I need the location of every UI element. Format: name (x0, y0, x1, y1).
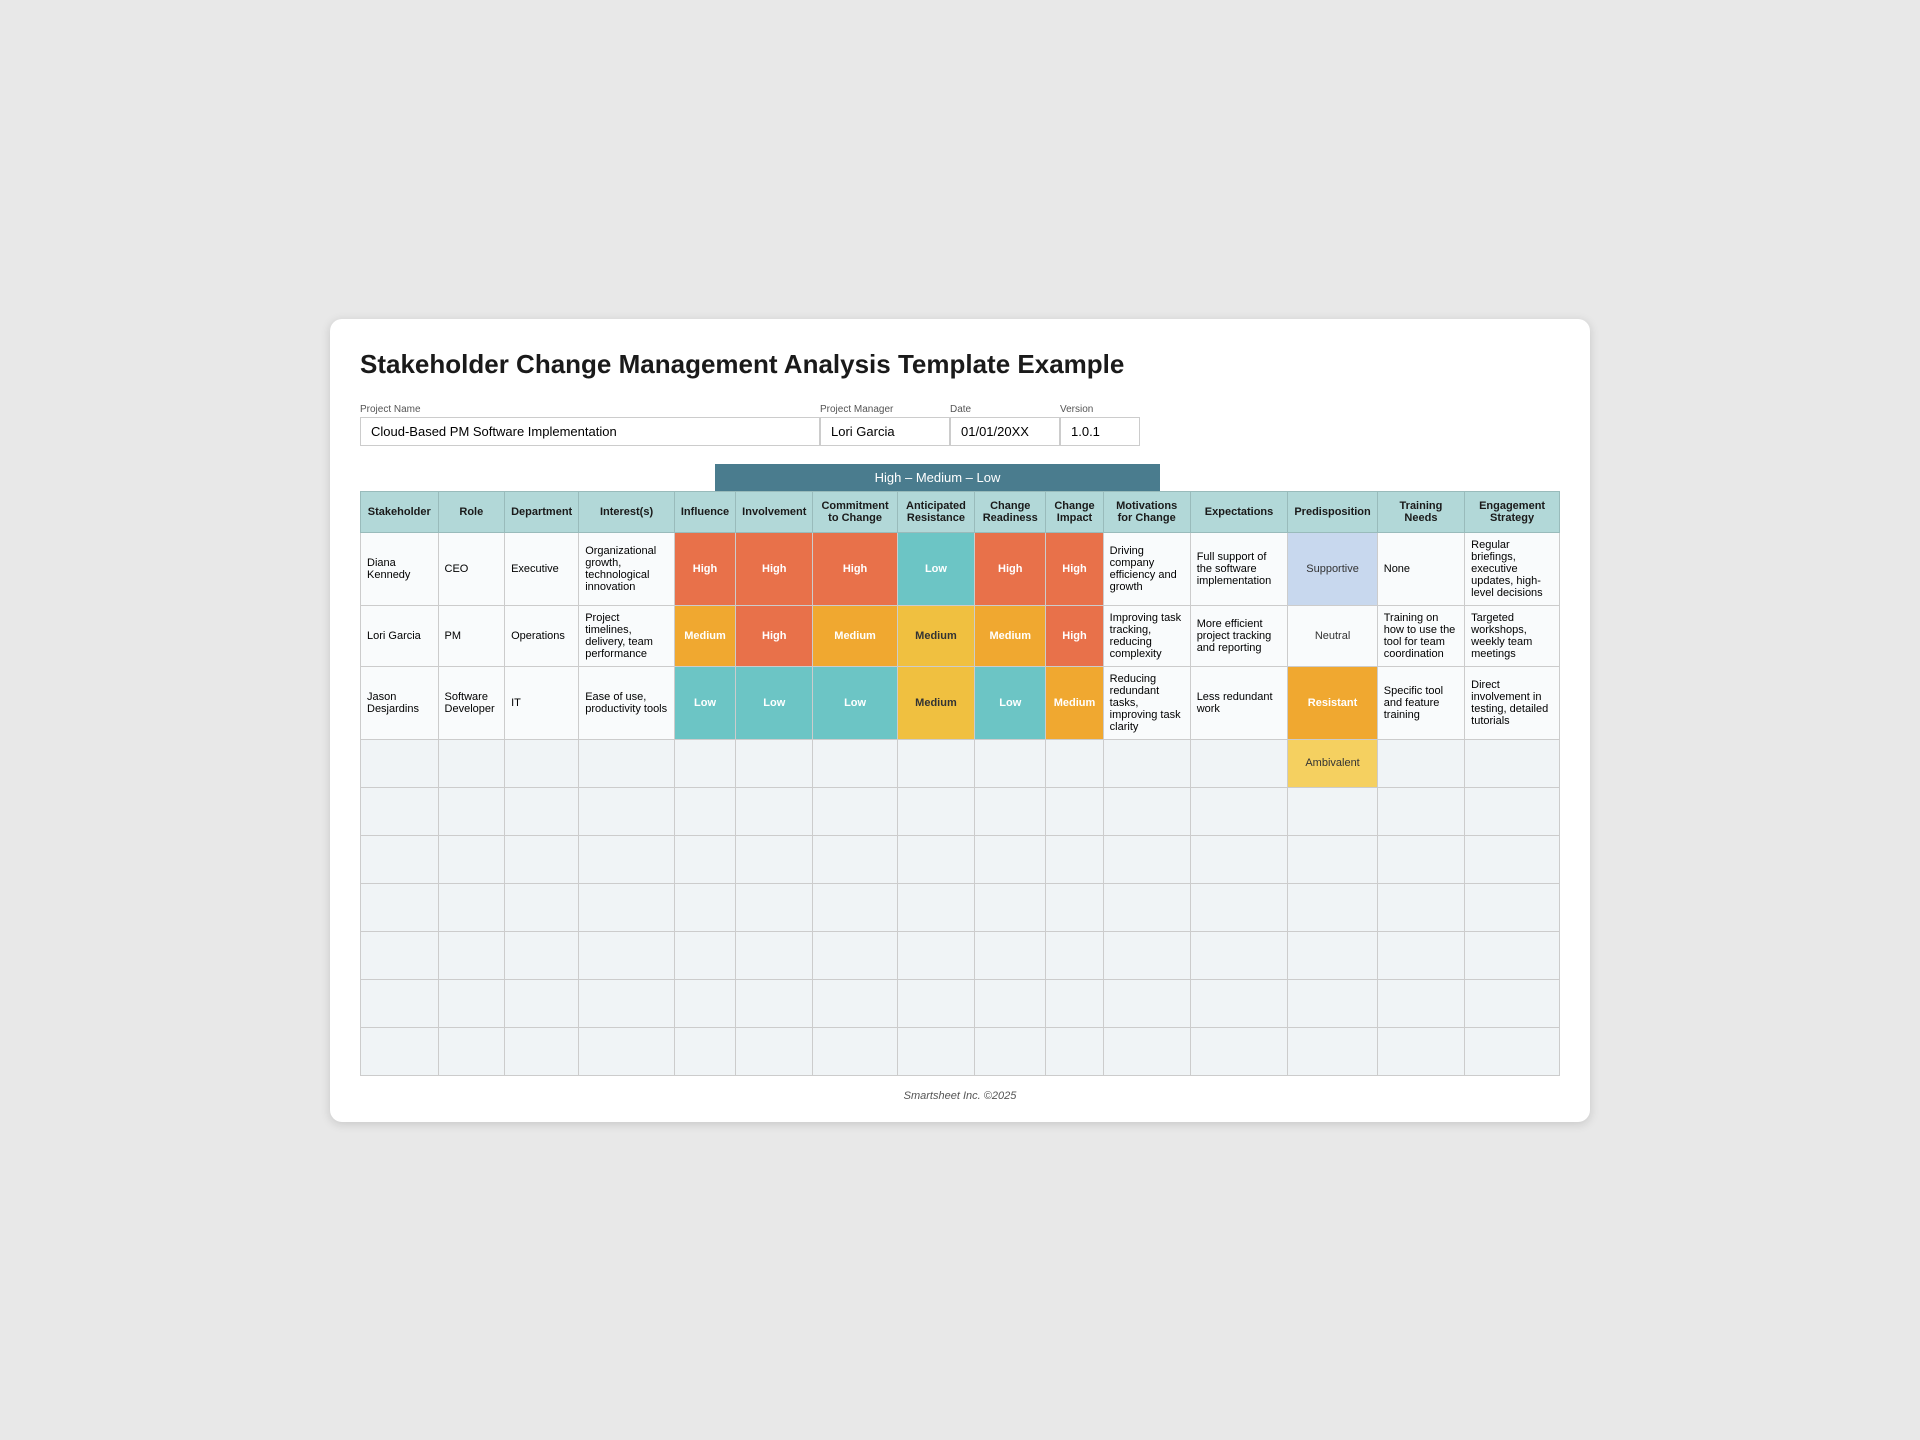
table-row: Lori GarciaPMOperationsProject timelines… (361, 605, 1560, 666)
col-impact: Change Impact (1046, 491, 1103, 532)
project-manager-value: Lori Garcia (820, 417, 950, 446)
empty-row (361, 931, 1560, 979)
table-row: Diana KennedyCEOExecutiveOrganizational … (361, 532, 1560, 605)
empty-row (361, 787, 1560, 835)
project-date-value: 01/01/20XX (950, 417, 1060, 446)
col-motivations: Motivations for Change (1103, 491, 1190, 532)
legend-bar: High – Medium – Low (715, 464, 1160, 491)
project-name-label: Project Name (360, 404, 820, 415)
table-row: Jason DesjardinsSoftware DeveloperITEase… (361, 666, 1560, 739)
project-version-value: 1.0.1 (1060, 417, 1140, 446)
col-resistance: Anticipated Resistance (897, 491, 974, 532)
project-name-value: Cloud-Based PM Software Implementation (360, 417, 820, 446)
col-role: Role (438, 491, 505, 532)
main-table: Stakeholder Role Department Interest(s) … (360, 491, 1560, 1076)
empty-row (361, 835, 1560, 883)
empty-row: Ambivalent (361, 739, 1560, 787)
empty-row (361, 979, 1560, 1027)
project-date-field: Date 01/01/20XX (950, 404, 1060, 446)
col-interests: Interest(s) (579, 491, 675, 532)
col-engagement: Engagement Strategy (1465, 491, 1560, 532)
col-readiness: Change Readiness (975, 491, 1046, 532)
footer-text: Smartsheet Inc. ©2025 (360, 1090, 1560, 1102)
col-stakeholder: Stakeholder (361, 491, 439, 532)
empty-row (361, 883, 1560, 931)
col-influence: Influence (674, 491, 735, 532)
col-department: Department (505, 491, 579, 532)
empty-row (361, 1027, 1560, 1075)
project-version-field: Version 1.0.1 (1060, 404, 1140, 446)
col-commitment: Commitment to Change (813, 491, 897, 532)
project-version-label: Version (1060, 404, 1140, 415)
page-title: Stakeholder Change Management Analysis T… (360, 349, 1560, 380)
col-training: Training Needs (1377, 491, 1464, 532)
project-manager-label: Project Manager (820, 404, 950, 415)
page-container: Stakeholder Change Management Analysis T… (330, 319, 1590, 1122)
project-info: Project Name Cloud-Based PM Software Imp… (360, 404, 1560, 446)
project-date-label: Date (950, 404, 1060, 415)
project-name-field: Project Name Cloud-Based PM Software Imp… (360, 404, 820, 446)
col-predisposition: Predisposition (1288, 491, 1377, 532)
header-row: Stakeholder Role Department Interest(s) … (361, 491, 1560, 532)
col-involvement: Involvement (736, 491, 813, 532)
project-manager-field: Project Manager Lori Garcia (820, 404, 950, 446)
col-expectations: Expectations (1190, 491, 1288, 532)
